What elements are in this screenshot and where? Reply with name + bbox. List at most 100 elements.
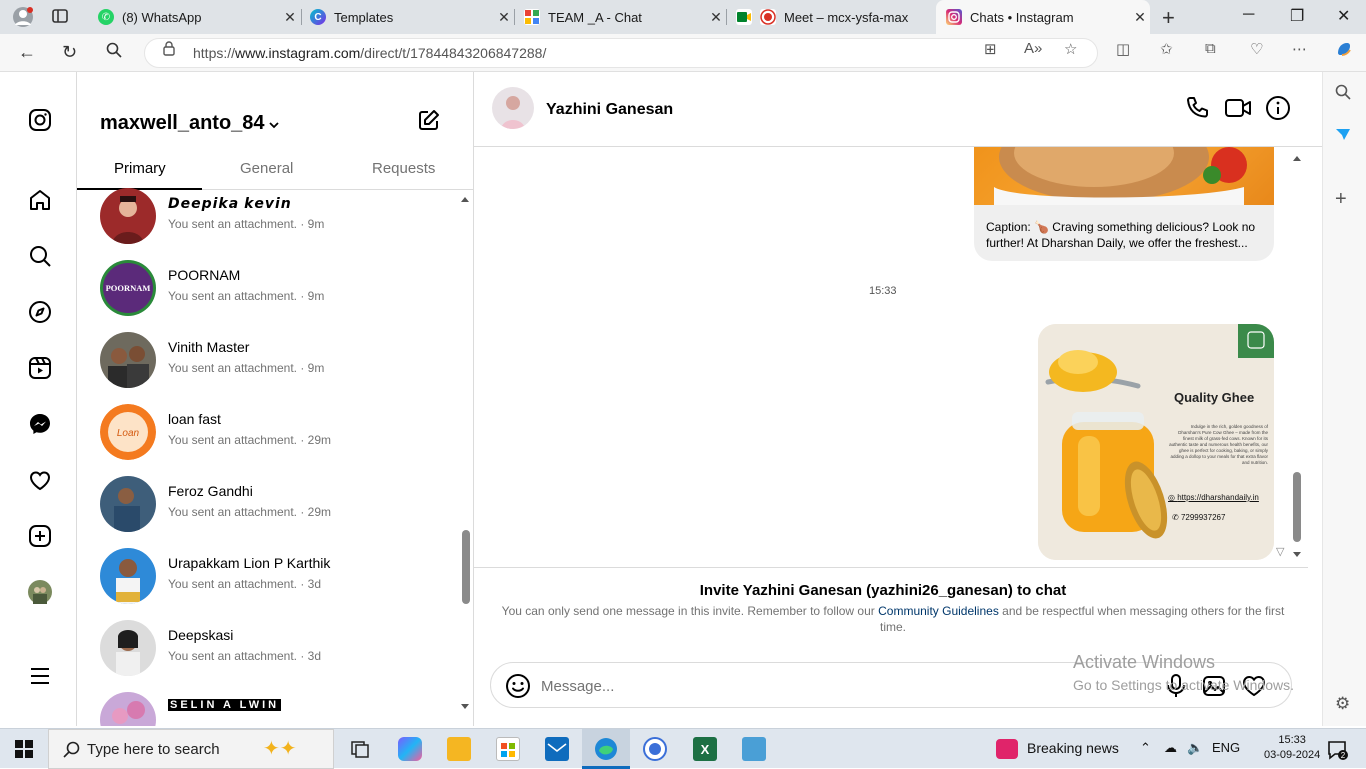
- split-screen-icon[interactable]: ◫: [1116, 40, 1130, 58]
- news-icon[interactable]: [996, 739, 1018, 759]
- mail-icon[interactable]: [545, 737, 569, 761]
- close-icon[interactable]: ✕: [494, 9, 514, 26]
- watermark-line-1: Activate Windows: [1073, 652, 1216, 672]
- list-scrollbar-thumb[interactable]: [462, 530, 470, 604]
- excel-icon[interactable]: X: [693, 737, 717, 761]
- google-chat-icon: [524, 9, 540, 25]
- task-view-icon[interactable]: [350, 739, 370, 764]
- minimize-icon[interactable]: ─: [1243, 6, 1254, 24]
- settings-gear-icon[interactable]: ⚙: [1335, 694, 1350, 714]
- new-tab-icon[interactable]: +: [1162, 5, 1175, 31]
- chevron-down-icon[interactable]: [268, 118, 280, 134]
- conversation-preview: You sent an attachment. · 9m: [168, 361, 325, 375]
- invite-text: You can only send one message in this in…: [501, 604, 879, 618]
- hamburger-menu-icon[interactable]: [26, 662, 54, 690]
- conversation-item[interactable]: Vinith Master You sent an attachment. · …: [100, 332, 460, 392]
- file-explorer-icon[interactable]: [447, 737, 471, 761]
- read-aloud-icon[interactable]: A»: [1024, 40, 1042, 57]
- restore-icon[interactable]: ❐: [1290, 6, 1304, 26]
- tab-meet[interactable]: Meet – mcx-ysfa-max: [726, 0, 936, 34]
- favorites-icon[interactable]: ✩: [1160, 40, 1173, 58]
- reels-icon[interactable]: [26, 354, 54, 382]
- profile-avatar[interactable]: [12, 6, 34, 28]
- profile-avatar[interactable]: [26, 578, 54, 606]
- control-panel-icon[interactable]: [742, 737, 766, 761]
- invite-description: You can only send one message in this in…: [498, 603, 1288, 635]
- notifications-heart-icon[interactable]: [26, 466, 54, 494]
- emoji-icon[interactable]: [505, 673, 531, 699]
- refresh-icon[interactable]: ↻: [62, 42, 77, 63]
- avatar: Loan: [100, 404, 156, 460]
- back-icon[interactable]: ←: [18, 42, 36, 63]
- ghee-ad-image[interactable]: Quality Ghee Indulge in the rich, golden…: [1038, 324, 1274, 560]
- copilot-app-icon[interactable]: [398, 737, 422, 761]
- search-icon[interactable]: [26, 242, 54, 270]
- search-icon[interactable]: [1335, 84, 1351, 105]
- browser-essentials-icon[interactable]: ♡: [1250, 40, 1263, 58]
- close-icon[interactable]: ✕: [706, 9, 726, 26]
- volume-icon[interactable]: 🔈: [1187, 740, 1203, 756]
- window-close-icon[interactable]: ✕: [1337, 6, 1350, 26]
- network-wifi-icon[interactable]: ☁: [1164, 740, 1177, 756]
- collections-icon[interactable]: ⧉: [1205, 40, 1216, 57]
- favorite-star-icon[interactable]: ☆: [1064, 40, 1077, 58]
- url-field[interactable]: https://www.instagram.com/direct/t/17844…: [144, 38, 1098, 68]
- copilot-icon[interactable]: [1334, 39, 1354, 63]
- microsoft-store-icon[interactable]: [496, 737, 520, 761]
- message-options-icon[interactable]: ▽: [1276, 545, 1284, 558]
- app-available-icon[interactable]: ⊞: [984, 40, 997, 58]
- conversation-item[interactable]: Urapakkam Lion P Karthik You sent an att…: [100, 548, 460, 608]
- conversation-name: 𝘿𝙚𝙚𝙥𝙞𝙠𝙖 𝙠𝙚𝙫𝙞𝙣: [168, 195, 292, 211]
- account-username[interactable]: maxwell_anto_84: [100, 112, 265, 135]
- tab-templates[interactable]: C Templates ✕: [300, 0, 514, 34]
- compose-message-icon[interactable]: [417, 108, 441, 137]
- explore-compass-icon[interactable]: [26, 298, 54, 326]
- phone-call-icon[interactable]: [1184, 95, 1212, 123]
- contact-name[interactable]: Yazhini Ganesan: [546, 101, 673, 119]
- conversation-item[interactable]: 𝘿𝙚𝙚𝙥𝙞𝙠𝙖 𝙠𝙚𝙫𝙞𝙣 You sent an attachment. · …: [100, 188, 460, 248]
- close-icon[interactable]: ✕: [1130, 9, 1150, 26]
- search-icon[interactable]: [106, 42, 122, 63]
- community-guidelines-link[interactable]: Community Guidelines: [878, 604, 999, 618]
- message-input[interactable]: [541, 675, 1061, 697]
- conversation-item[interactable]: POORNAM POORNAM You sent an attachment. …: [100, 260, 460, 320]
- add-sidebar-icon[interactable]: +: [1335, 188, 1347, 211]
- edge-taskbar-active[interactable]: [582, 729, 630, 769]
- conversation-item[interactable]: Feroz Gandhi You sent an attachment. · 2…: [100, 476, 460, 536]
- chevron-up-icon[interactable]: ⌃: [1140, 740, 1151, 756]
- video-call-icon[interactable]: [1224, 95, 1252, 123]
- instagram-logo-icon[interactable]: [26, 106, 54, 134]
- language-indicator[interactable]: ENG: [1212, 740, 1240, 755]
- lock-icon[interactable]: [162, 40, 176, 60]
- search-placeholder: Type here to search: [87, 740, 220, 758]
- conversation-item[interactable]: Deepskasi You sent an attachment. · 3d: [100, 620, 460, 680]
- system-clock[interactable]: 15:33 03-09-2024: [1264, 733, 1320, 763]
- conversation-preview: You sent an attachment. · 3d: [168, 577, 321, 591]
- info-icon[interactable]: [1265, 95, 1293, 123]
- conversation-item[interactable]: Loan loan fast You sent an attachment. ·…: [100, 404, 460, 464]
- time-divider: 15:33: [869, 285, 897, 297]
- notification-center-icon[interactable]: 2: [1326, 739, 1348, 766]
- chrome-like-app-icon[interactable]: [643, 737, 667, 761]
- message-bubble[interactable]: Caption: 🍗 Craving something delicious? …: [974, 147, 1274, 261]
- tab-general[interactable]: General: [240, 160, 293, 177]
- messenger-icon[interactable]: [26, 410, 54, 438]
- send-icon[interactable]: [1335, 126, 1351, 147]
- news-headline[interactable]: Breaking news: [1027, 740, 1119, 756]
- create-post-icon[interactable]: [26, 522, 54, 550]
- list-scrollbar[interactable]: [460, 192, 470, 712]
- home-icon[interactable]: [26, 186, 54, 214]
- tab-requests[interactable]: Requests: [372, 160, 435, 177]
- more-options-icon[interactable]: ⋯: [1292, 40, 1307, 58]
- tab-instagram[interactable]: Chats • Instagram ✕: [936, 0, 1150, 34]
- windows-start-icon[interactable]: [14, 739, 34, 764]
- conversation-item[interactable]: SELIN A LWIN: [100, 692, 460, 726]
- chat-scrollbar-thumb[interactable]: [1293, 472, 1301, 542]
- tab-team-chat[interactable]: TEAM _A - Chat ✕: [514, 0, 726, 34]
- tab-whatsapp[interactable]: ✆ (8) WhatsApp ✕: [88, 0, 300, 34]
- tab-primary[interactable]: Primary: [114, 160, 166, 177]
- close-icon[interactable]: ✕: [280, 9, 300, 26]
- contact-avatar[interactable]: [492, 87, 534, 129]
- taskbar-search-box[interactable]: Type here to search ✦✦: [48, 729, 334, 769]
- tab-actions-icon[interactable]: [50, 6, 72, 28]
